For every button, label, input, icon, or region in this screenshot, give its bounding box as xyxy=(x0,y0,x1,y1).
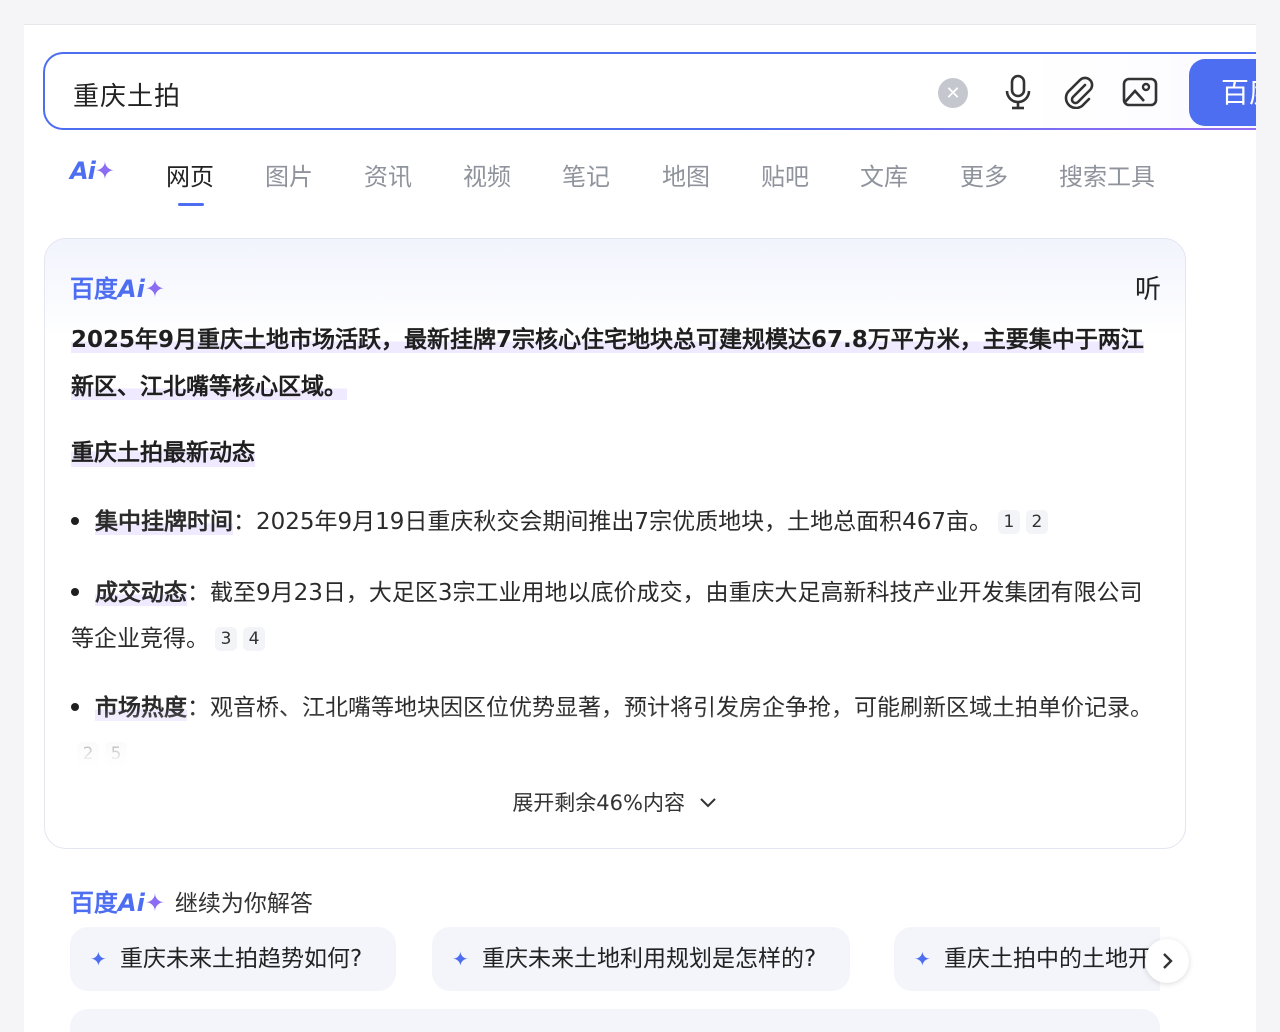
sparkle-icon: ✦ xyxy=(94,157,115,185)
section-title: 重庆土拍最新动态 xyxy=(71,433,255,467)
search-results-page: 重庆土拍 ✕ 百度一下 Ai✦ 网页 图片 资讯 xyxy=(24,24,1256,1032)
citation-badge[interactable]: 3 xyxy=(215,627,237,651)
tab-notes[interactable]: 笔记 xyxy=(562,157,610,192)
search-input[interactable]: 重庆土拍 xyxy=(73,76,181,113)
suggestion-chip[interactable]: ✦ 重庆土拍中的土地开发 xyxy=(894,927,1160,991)
tab-maps[interactable]: 地图 xyxy=(662,157,710,192)
expand-label: 展开剩余46%内容 xyxy=(512,791,685,815)
paperclip-icon[interactable] xyxy=(1058,72,1098,112)
ai-answer-card: 百度Ai✦ 听 2025年9月重庆土地市场活跃，最新挂牌7宗核心住宅地块总可建规… xyxy=(44,238,1186,849)
search-button[interactable]: 百度一下 xyxy=(1189,59,1256,126)
tab-ai-label: Ai xyxy=(70,157,96,185)
tab-images[interactable]: 图片 xyxy=(265,157,313,192)
chip-label: 重庆土拍中的土地开发 xyxy=(944,946,1160,972)
tab-web[interactable]: 网页 xyxy=(166,157,214,206)
sparkle-icon: ✦ xyxy=(452,947,469,971)
clear-icon[interactable]: ✕ xyxy=(938,78,968,108)
tab-ai[interactable]: Ai✦ xyxy=(70,157,115,185)
list-item: 成交动态：截至9月23日，大足区3宗工业用地以底价成交，由重庆大足高新科技产业开… xyxy=(71,570,1161,662)
bullet-dot xyxy=(71,588,79,596)
brand-name: 百度 xyxy=(70,275,118,303)
tab-more[interactable]: 更多 xyxy=(960,157,1008,192)
expand-button[interactable]: 展开剩余46%内容 xyxy=(45,787,1185,817)
bullet-term: 集中挂牌时间 xyxy=(95,509,233,535)
citation-badge[interactable]: 1 xyxy=(997,510,1020,534)
image-search-icon[interactable] xyxy=(1120,72,1160,112)
tab-wenku[interactable]: 文库 xyxy=(860,157,908,192)
sparkle-icon: ✦ xyxy=(914,947,931,971)
tab-news[interactable]: 资讯 xyxy=(364,157,412,192)
list-item: 集中挂牌时间：2025年9月19日重庆秋交会期间推出7宗优质地块，土地总面积46… xyxy=(71,499,1161,545)
search-box[interactable]: 重庆土拍 ✕ xyxy=(43,52,1256,130)
chevron-right-icon[interactable] xyxy=(1145,939,1189,983)
continue-answer-header: 百度Ai✦ 继续为你解答 xyxy=(70,883,313,918)
content-fade xyxy=(45,709,1185,779)
tab-tieba[interactable]: 贴吧 xyxy=(761,157,809,192)
continue-label: 继续为你解答 xyxy=(174,891,313,917)
tab-videos[interactable]: 视频 xyxy=(463,157,511,192)
next-result-card[interactable] xyxy=(70,1009,1160,1032)
citation-badge[interactable]: 2 xyxy=(1025,510,1048,534)
citation-badge[interactable]: 4 xyxy=(243,627,265,651)
chip-label: 重庆未来土地利用规划是怎样的? xyxy=(482,946,817,972)
suggestion-chips: ✦ 重庆未来土拍趋势如何? ✦ 重庆未来土地利用规划是怎样的? ✦ 重庆土拍中的土地开… xyxy=(70,927,1160,993)
bullet-dot xyxy=(71,517,79,525)
tab-search-tools[interactable]: 搜索工具 xyxy=(1059,157,1155,192)
suggestion-chip[interactable]: ✦ 重庆未来土拍趋势如何? xyxy=(70,927,397,991)
bullet-term: 成交动态 xyxy=(95,580,187,606)
ai-summary: 2025年9月重庆土地市场活跃，最新挂牌7宗核心住宅地块总可建规模达67.8万平… xyxy=(71,317,1161,411)
chevron-down-icon xyxy=(699,798,716,808)
ai-summary-text: 2025年9月重庆土地市场活跃，最新挂牌7宗核心住宅地块总可建规模达67.8万平… xyxy=(71,327,1144,400)
brand-name: 百度 xyxy=(70,889,118,917)
baidu-ai-logo: 百度Ai✦ xyxy=(70,889,165,917)
chip-label: 重庆未来土拍趋势如何? xyxy=(120,946,363,972)
listen-button[interactable]: 听 xyxy=(1135,269,1161,306)
suggestion-chip[interactable]: ✦ 重庆未来土地利用规划是怎样的? xyxy=(432,927,851,991)
brand-ai: Ai xyxy=(118,275,145,303)
bullet-text: ：2025年9月19日重庆秋交会期间推出7宗优质地块，土地总面积467亩。 xyxy=(233,509,992,535)
sparkle-icon: ✦ xyxy=(144,275,165,303)
sparkle-icon: ✦ xyxy=(144,889,165,917)
brand-ai: Ai xyxy=(118,889,145,917)
baidu-ai-logo: 百度Ai✦ xyxy=(70,269,165,304)
sparkle-icon: ✦ xyxy=(90,947,107,971)
mic-icon[interactable] xyxy=(998,72,1038,112)
